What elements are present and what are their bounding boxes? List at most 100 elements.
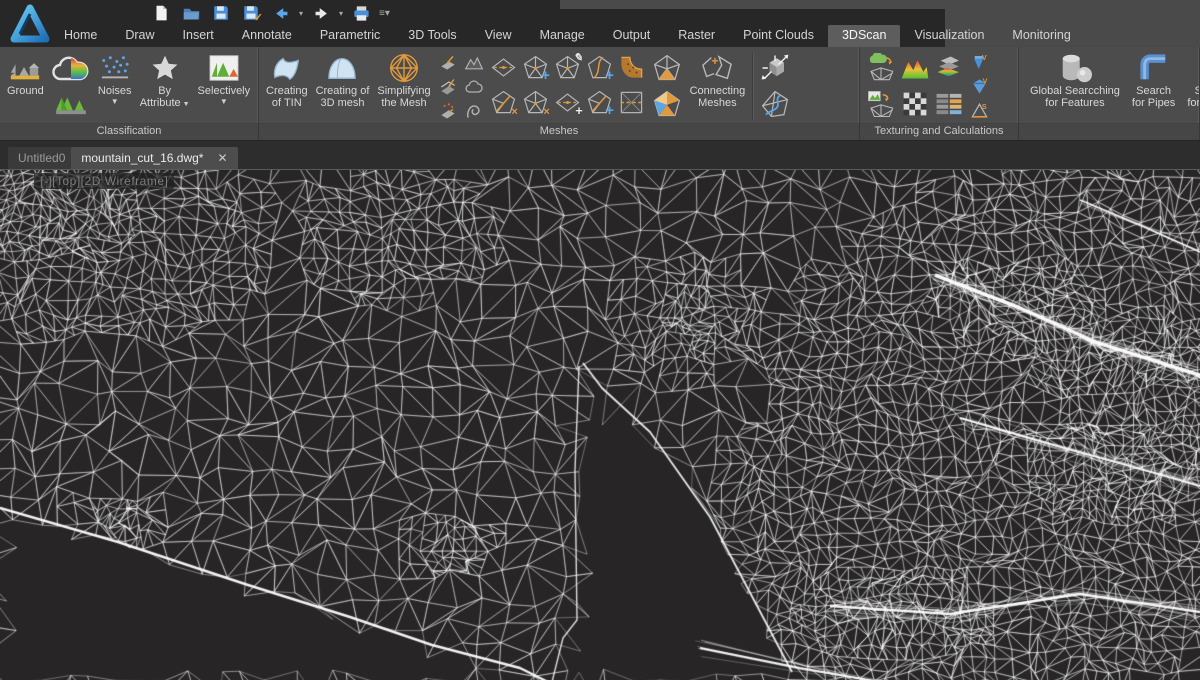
- quick-access-toolbar: ✓ ▾ ▾ ≡▾: [148, 1, 391, 25]
- add-break-line-button[interactable]: [584, 51, 615, 84]
- search-planes-label-1: Search: [1195, 85, 1200, 97]
- search-group-label: [1019, 123, 1199, 140]
- open-file-icon[interactable]: [178, 2, 204, 24]
- simplifying-mesh-button[interactable]: Simplifying the Mesh: [374, 50, 433, 110]
- creating-tin-button[interactable]: Creating of TIN: [263, 50, 311, 110]
- wireframe-mesh-canvas[interactable]: [0, 170, 1200, 680]
- cloud-to-mesh-button[interactable]: [864, 51, 897, 85]
- menu-tab-parametric[interactable]: Parametric: [306, 25, 394, 47]
- table-calc-button[interactable]: [932, 87, 965, 121]
- menu-tab-output[interactable]: Output: [599, 25, 665, 47]
- ground-label: Ground: [7, 85, 44, 97]
- save-icon[interactable]: [208, 2, 234, 24]
- flatten-mesh-button[interactable]: [436, 75, 460, 98]
- print-icon[interactable]: [348, 2, 374, 24]
- menu-tab-view[interactable]: View: [471, 25, 526, 47]
- image-to-mesh-button[interactable]: [864, 87, 897, 121]
- viewport-controls-label[interactable]: [-][Top][2D Wireframe]: [34, 173, 174, 189]
- checker-texture-button[interactable]: [898, 87, 931, 121]
- delete-face-button[interactable]: [520, 86, 551, 119]
- edit-face-button[interactable]: [552, 51, 583, 84]
- ribbon-group-classification: Ground Noises ▼ By Attribute ▼: [0, 47, 259, 140]
- save-as-icon[interactable]: ✓: [238, 2, 264, 24]
- dome-mesh-icon: [325, 51, 359, 85]
- selectively-button[interactable]: Selectively ▼: [195, 50, 254, 107]
- move-vertex-button[interactable]: [552, 86, 583, 119]
- terrain-mesh-button[interactable]: [462, 51, 486, 74]
- menu-tab-home[interactable]: Home: [50, 25, 111, 47]
- menu-tab-manage[interactable]: Manage: [526, 25, 599, 47]
- menu-tab-3dscan[interactable]: 3DScan: [828, 25, 900, 47]
- layers-button[interactable]: [932, 51, 965, 85]
- noises-label: Noises: [98, 85, 132, 97]
- noises-button[interactable]: Noises ▼: [95, 50, 135, 107]
- undo-icon[interactable]: [268, 2, 294, 24]
- creating-3d-mesh-button[interactable]: Creating of 3D mesh: [313, 50, 373, 110]
- search-pipes-button[interactable]: Search for Pipes: [1129, 50, 1178, 110]
- search-planes-button[interactable]: Search for Planes: [1184, 50, 1200, 110]
- smooth-mesh-button[interactable]: [436, 51, 460, 74]
- trees-icon: [53, 90, 89, 116]
- tin-surface-icon: [270, 51, 304, 85]
- colorize-heights-button[interactable]: [898, 51, 931, 85]
- paint-mesh-button[interactable]: [649, 87, 685, 121]
- global-search-features-button[interactable]: Global Searcching for Features: [1027, 50, 1123, 110]
- ribbon-group-meshes: Creating of TIN Creating of 3D mesh Simp…: [259, 47, 860, 140]
- chevron-down-icon: ▼: [181, 101, 190, 108]
- volume-calc-2-button[interactable]: [967, 75, 991, 98]
- undo-dropdown-icon[interactable]: ▾: [299, 9, 303, 18]
- delete-edge-button[interactable]: [488, 86, 519, 119]
- volume-calc-button[interactable]: [967, 51, 991, 74]
- patch-hole-button[interactable]: [616, 51, 647, 84]
- customize-toolbar-icon[interactable]: ≡▾: [379, 8, 390, 19]
- fold-surface-button[interactable]: [462, 99, 486, 122]
- sharpen-mesh-button[interactable]: [436, 99, 460, 122]
- layers-icon: [934, 54, 964, 82]
- vegetation-button[interactable]: [51, 89, 91, 117]
- classify-cloud-button[interactable]: [49, 51, 93, 87]
- mesh-curve-icon: [586, 54, 613, 81]
- document-tab-label: Untitled0: [18, 151, 65, 165]
- menu-tab-raster[interactable]: Raster: [664, 25, 729, 47]
- add-face-button[interactable]: [520, 51, 551, 84]
- section-plane-button[interactable]: [616, 86, 647, 119]
- menu-tab-3d-tools[interactable]: 3D Tools: [394, 25, 470, 47]
- pentagon-triangle-icon: [651, 53, 683, 83]
- drawing-viewport[interactable]: [-][Top][2D Wireframe]: [0, 170, 1200, 680]
- new-file-icon[interactable]: [148, 2, 174, 24]
- creating-tin-label-2: of TIN: [272, 97, 302, 109]
- redo-icon[interactable]: [308, 2, 334, 24]
- by-attribute-label-2: Attribute ▼: [140, 97, 190, 109]
- ground-button[interactable]: Ground: [4, 50, 47, 98]
- trace-curve-button[interactable]: [757, 87, 793, 121]
- menu-tab-draw[interactable]: Draw: [111, 25, 168, 47]
- menu-tab-visualization[interactable]: Visualization: [900, 25, 998, 47]
- connecting-meshes-button[interactable]: Connecting Meshes: [687, 50, 749, 110]
- search-planes-label-2: for Planes: [1187, 97, 1200, 109]
- cloud-outline-button[interactable]: [462, 75, 486, 98]
- meshes-group-label: Meshes: [259, 123, 859, 140]
- creating-tin-label-1: Creating: [266, 85, 308, 97]
- creating-3d-mesh-label-2: 3D mesh: [320, 97, 364, 109]
- menu-tab-annotate[interactable]: Annotate: [228, 25, 306, 47]
- connect-meshes-icon: [698, 51, 736, 85]
- slope-calc-button[interactable]: [967, 99, 991, 122]
- document-tab-untitled[interactable]: Untitled0: [8, 147, 75, 169]
- pipe-icon: [1139, 51, 1169, 85]
- fill-triangle-button[interactable]: [649, 51, 685, 85]
- classification-group-label: Classification: [0, 123, 258, 140]
- redo-dropdown-icon[interactable]: ▾: [339, 9, 343, 18]
- edge-section-button[interactable]: [488, 51, 519, 84]
- simplifying-label-1: Simplifying: [377, 85, 430, 97]
- move-3d-button[interactable]: [757, 51, 793, 85]
- sharpen-tool-icon: [438, 101, 458, 121]
- close-icon[interactable]: [217, 152, 227, 164]
- menu-tab-monitoring[interactable]: Monitoring: [998, 25, 1084, 47]
- by-attribute-button[interactable]: By Attribute ▼: [137, 50, 193, 110]
- table-icon: [935, 91, 963, 117]
- menu-tab-insert[interactable]: Insert: [169, 25, 228, 47]
- menu-tab-point-clouds[interactable]: Point Clouds: [729, 25, 828, 47]
- ribbon: Ground Noises ▼ By Attribute ▼: [0, 47, 1200, 141]
- add-vertex-button[interactable]: [584, 86, 615, 119]
- document-tab-active[interactable]: mountain_cut_16.dwg*: [71, 147, 237, 169]
